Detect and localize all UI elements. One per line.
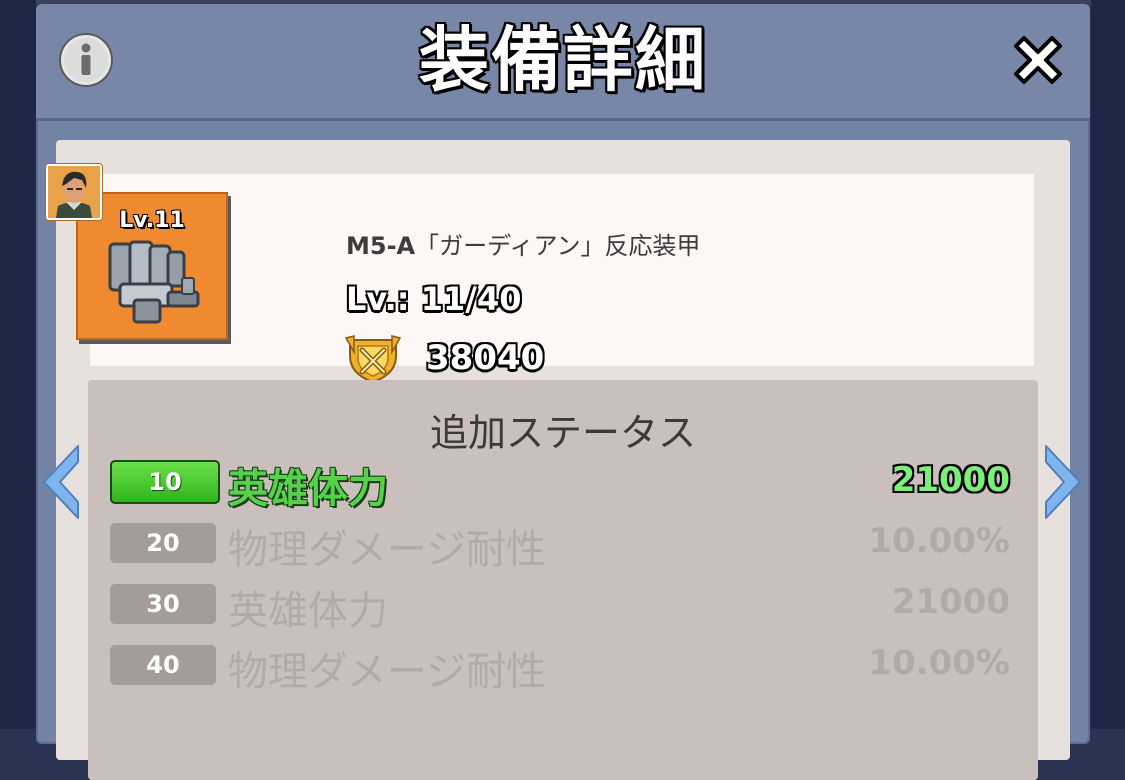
- close-button[interactable]: [1006, 28, 1070, 92]
- stat-level-badge: 20: [110, 523, 216, 563]
- stat-label: 英雄体力: [228, 466, 388, 512]
- stat-label: 英雄体力: [228, 588, 388, 634]
- next-item-button[interactable]: [1040, 442, 1086, 522]
- equipment-detail-modal: 装備詳細 M5-A「ガーディアン」反応装甲 Lv.: 11/40 38040 追…: [36, 4, 1090, 780]
- item-card: M5-A「ガーディアン」反応装甲 Lv.: 11/40 38040: [90, 174, 1034, 384]
- power-crest-icon: [344, 335, 402, 384]
- stat-value: 10.00%: [868, 643, 1010, 683]
- stat-value: 21000: [891, 582, 1010, 622]
- armor-gauntlet-icon: [108, 240, 200, 324]
- stat-row: 20 物理ダメージ耐性 10.00%: [110, 521, 1010, 573]
- previous-item-button[interactable]: [38, 442, 84, 522]
- stat-value: 10.00%: [868, 521, 1010, 561]
- item-level: Lv.: 11/40: [346, 280, 522, 318]
- stat-level-badge: 10: [110, 460, 220, 504]
- power-value: 38040: [426, 338, 545, 378]
- stat-row: 10 英雄体力 21000: [110, 460, 1010, 512]
- stat-value: 21000: [891, 460, 1010, 500]
- close-icon: [1014, 36, 1062, 84]
- stat-label: 物理ダメージ耐性: [228, 527, 546, 573]
- item-name-rest: 「ガーディアン」反応装甲: [415, 232, 701, 260]
- hero-avatar-icon: [48, 166, 100, 218]
- hero-avatar: [46, 164, 102, 220]
- backdrop-right: [1091, 0, 1125, 729]
- chevron-right-icon: [1045, 445, 1081, 519]
- stats-title: 追加ステータス: [429, 411, 696, 455]
- stat-row: 40 物理ダメージ耐性 10.00%: [110, 643, 1010, 695]
- chevron-left-icon: [43, 445, 79, 519]
- additional-stats-panel: 追加ステータス 10 英雄体力 21000 20 物理ダメージ耐性 10.00%…: [88, 380, 1038, 780]
- stat-row: 30 英雄体力 21000: [110, 582, 1010, 634]
- modal-header: 装備詳細: [36, 4, 1090, 121]
- stat-level-badge: 30: [110, 584, 216, 624]
- item-code: M5-A: [346, 232, 416, 260]
- backdrop-left: [0, 0, 36, 729]
- stat-label: 物理ダメージ耐性: [228, 649, 546, 695]
- page-title: 装備詳細: [419, 19, 707, 101]
- item-name: M5-A「ガーディアン」反応装甲: [346, 226, 700, 261]
- stat-level-badge: 40: [110, 645, 216, 685]
